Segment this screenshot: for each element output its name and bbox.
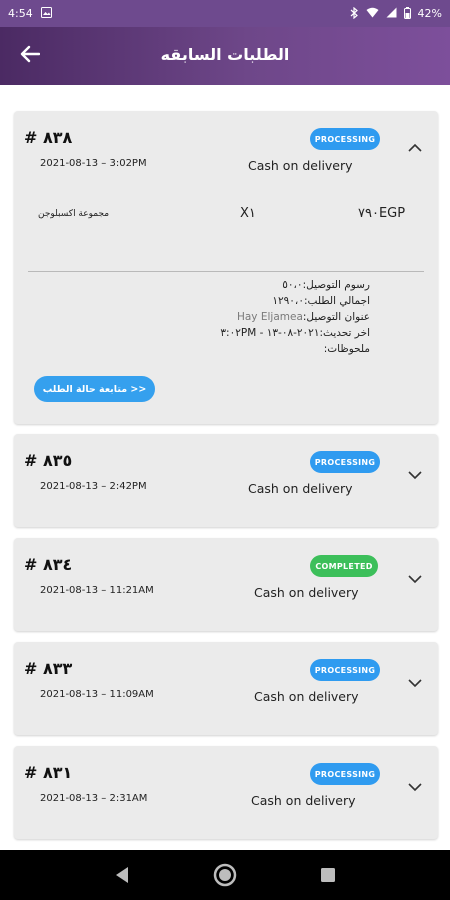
battery-icon [403, 6, 411, 21]
signal-icon [386, 7, 397, 20]
order-date: 2021-08-13 – 3:02PM [40, 158, 147, 169]
system-nav-bar [0, 850, 450, 900]
payment-method: Cash on delivery [248, 481, 353, 496]
order-date: 2021-08-13 – 11:21AM [40, 585, 154, 596]
payment-method: Cash on delivery [251, 793, 356, 808]
gallery-icon [40, 7, 52, 20]
order-card[interactable]: # ٨٣٤ COMPLETED 2021-08-13 – 11:21AM Cas… [14, 538, 438, 631]
nav-back-icon[interactable] [104, 857, 140, 893]
status-bar: 4:54 42% [0, 0, 450, 27]
nav-recents-icon[interactable] [310, 857, 346, 893]
item-price: ٧٩٠EGP [358, 206, 406, 221]
status-badge: PROCESSING [310, 763, 380, 785]
delivery-address: عنوان التوصيل:Hay Eljamea [220, 309, 370, 325]
order-card[interactable]: # ٨٣٨ PROCESSING 2021-08-13 – 3:02PM Cas… [14, 111, 438, 424]
chevron-up-icon[interactable] [407, 139, 423, 152]
order-number: # ٨٣١ [24, 763, 73, 782]
app-header: الطلبات السابقه [0, 27, 450, 85]
order-number: # ٨٣٣ [24, 659, 73, 678]
order-card[interactable]: # ٨٣٥ PROCESSING 2021-08-13 – 2:42PM Cas… [14, 434, 438, 527]
order-date: 2021-08-13 – 2:42PM [40, 481, 147, 492]
payment-method: Cash on delivery [254, 585, 359, 600]
battery-level: 42% [417, 7, 442, 20]
divider [28, 271, 424, 272]
order-card[interactable]: # ٨٣١ PROCESSING 2021-08-13 – 2:31AM Cas… [14, 746, 438, 839]
status-badge: PROCESSING [310, 451, 380, 473]
order-total: اجمالي الطلب:١٢٩٠،٠ [272, 295, 370, 307]
delivery-fee: رسوم التوصيل:٥٠،٠ [282, 279, 370, 291]
status-badge: PROCESSING [310, 128, 380, 150]
order-number: # ٨٣٥ [24, 451, 73, 470]
page-title: الطلبات السابقه [160, 45, 290, 64]
order-card[interactable]: # ٨٣٣ PROCESSING 2021-08-13 – 11:09AM Ca… [14, 642, 438, 735]
wifi-icon [366, 7, 379, 20]
status-badge: COMPLETED [310, 555, 378, 577]
bluetooth-icon [350, 6, 359, 21]
payment-method: Cash on delivery [248, 158, 353, 173]
chevron-down-icon[interactable] [407, 778, 423, 792]
last-update: اخر تحديث:٢٠٢١-٠٨-١٣ - ٣:٠٢PM [220, 327, 370, 339]
nav-home-icon[interactable] [207, 857, 243, 893]
address-value: Hay Eljamea [236, 311, 303, 323]
status-badge: PROCESSING [310, 659, 380, 681]
order-notes: ملحوظات: [323, 343, 370, 355]
payment-method: Cash on delivery [254, 689, 359, 704]
track-order-button[interactable]: متابعة حالة الطلب >> [34, 376, 155, 402]
address-label: عنوان التوصيل: [302, 311, 370, 323]
item-quantity: X١ [240, 206, 256, 221]
order-date: 2021-08-13 – 11:09AM [40, 689, 154, 700]
chevron-down-icon[interactable] [407, 466, 423, 480]
chevron-down-icon[interactable] [407, 570, 423, 584]
order-number: # ٨٣٨ [24, 128, 73, 147]
order-number: # ٨٣٤ [24, 555, 73, 574]
order-date: 2021-08-13 – 2:31AM [40, 793, 148, 804]
item-name: مجموعة اكسبلوجن [38, 209, 110, 219]
status-time: 4:54 [8, 7, 33, 20]
order-details: رسوم التوصيل:٥٠،٠ اجمالي الطلب:١٢٩٠،٠ عن… [220, 277, 370, 357]
chevron-down-icon[interactable] [407, 674, 423, 688]
